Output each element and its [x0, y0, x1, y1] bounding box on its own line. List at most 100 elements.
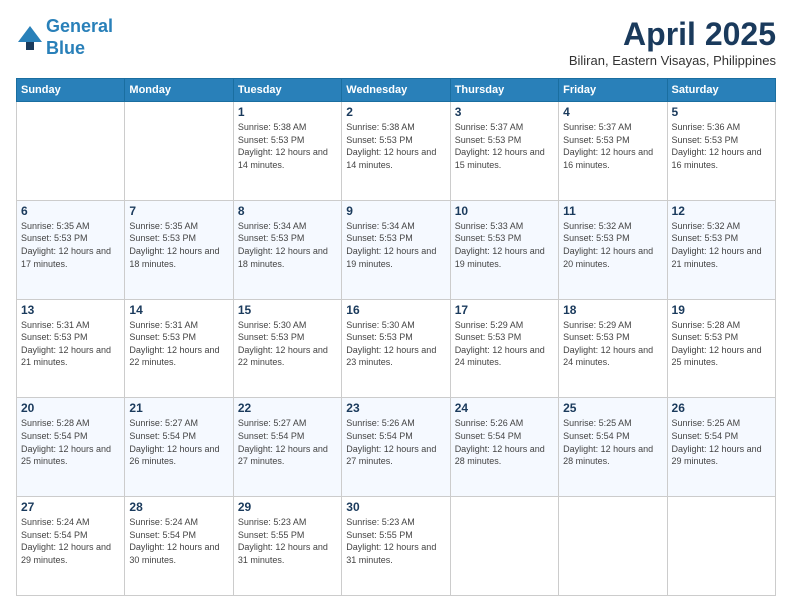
day-number: 27 — [21, 500, 120, 514]
day-detail: Sunrise: 5:32 AM Sunset: 5:53 PM Dayligh… — [672, 220, 771, 270]
day-detail: Sunrise: 5:31 AM Sunset: 5:53 PM Dayligh… — [129, 319, 228, 369]
day-number: 1 — [238, 105, 337, 119]
day-detail: Sunrise: 5:30 AM Sunset: 5:53 PM Dayligh… — [346, 319, 445, 369]
day-cell: 23 Sunrise: 5:26 AM Sunset: 5:54 PM Dayli… — [342, 398, 450, 497]
day-number: 21 — [129, 401, 228, 415]
day-number: 5 — [672, 105, 771, 119]
day-detail: Sunrise: 5:25 AM Sunset: 5:54 PM Dayligh… — [672, 417, 771, 467]
day-number: 29 — [238, 500, 337, 514]
day-cell: 22 Sunrise: 5:27 AM Sunset: 5:54 PM Dayli… — [233, 398, 341, 497]
day-number: 11 — [563, 204, 662, 218]
day-detail: Sunrise: 5:31 AM Sunset: 5:53 PM Dayligh… — [21, 319, 120, 369]
day-number: 14 — [129, 303, 228, 317]
day-detail: Sunrise: 5:27 AM Sunset: 5:54 PM Dayligh… — [129, 417, 228, 467]
day-cell — [559, 497, 667, 596]
day-number: 22 — [238, 401, 337, 415]
day-cell: 12 Sunrise: 5:32 AM Sunset: 5:53 PM Dayli… — [667, 200, 775, 299]
day-number: 17 — [455, 303, 554, 317]
day-detail: Sunrise: 5:23 AM Sunset: 5:55 PM Dayligh… — [346, 516, 445, 566]
day-cell: 9 Sunrise: 5:34 AM Sunset: 5:53 PM Daylig… — [342, 200, 450, 299]
weekday-header-row: SundayMondayTuesdayWednesdayThursdayFrid… — [17, 79, 776, 102]
day-detail: Sunrise: 5:28 AM Sunset: 5:54 PM Dayligh… — [21, 417, 120, 467]
day-cell: 11Sunrise: 5:32 AM Sunset: 5:53 PM Dayli… — [559, 200, 667, 299]
day-detail: Sunrise: 5:37 AM Sunset: 5:53 PM Dayligh… — [455, 121, 554, 171]
day-number: 30 — [346, 500, 445, 514]
day-number: 13 — [21, 303, 120, 317]
day-cell: 13 Sunrise: 5:31 AM Sunset: 5:53 PM Dayli… — [17, 299, 125, 398]
day-cell: 6Sunrise: 5:35 AM Sunset: 5:53 PM Daylig… — [17, 200, 125, 299]
day-detail: Sunrise: 5:35 AM Sunset: 5:53 PM Dayligh… — [21, 220, 120, 270]
day-detail: Sunrise: 5:24 AM Sunset: 5:54 PM Dayligh… — [21, 516, 120, 566]
day-detail: Sunrise: 5:26 AM Sunset: 5:54 PM Dayligh… — [346, 417, 445, 467]
page: General Blue April 2025 Biliran, Eastern… — [0, 0, 792, 612]
day-cell: 20 Sunrise: 5:28 AM Sunset: 5:54 PM Dayli… — [17, 398, 125, 497]
day-cell: 21 Sunrise: 5:27 AM Sunset: 5:54 PM Dayli… — [125, 398, 233, 497]
day-cell: 25 Sunrise: 5:25 AM Sunset: 5:54 PM Dayli… — [559, 398, 667, 497]
day-detail: Sunrise: 5:29 AM Sunset: 5:53 PM Dayligh… — [563, 319, 662, 369]
day-cell: 18 Sunrise: 5:29 AM Sunset: 5:53 PM Dayli… — [559, 299, 667, 398]
weekday-header-wednesday: Wednesday — [342, 79, 450, 102]
day-number: 4 — [563, 105, 662, 119]
day-cell: 3Sunrise: 5:37 AM Sunset: 5:53 PM Daylig… — [450, 102, 558, 201]
week-row-2: 6Sunrise: 5:35 AM Sunset: 5:53 PM Daylig… — [17, 200, 776, 299]
day-cell: 28 Sunrise: 5:24 AM Sunset: 5:54 PM Dayli… — [125, 497, 233, 596]
day-detail: Sunrise: 5:28 AM Sunset: 5:53 PM Dayligh… — [672, 319, 771, 369]
week-row-5: 27 Sunrise: 5:24 AM Sunset: 5:54 PM Dayli… — [17, 497, 776, 596]
day-number: 10 — [455, 204, 554, 218]
day-cell: 15 Sunrise: 5:30 AM Sunset: 5:53 PM Dayli… — [233, 299, 341, 398]
day-number: 20 — [21, 401, 120, 415]
day-number: 26 — [672, 401, 771, 415]
day-cell: 26 Sunrise: 5:25 AM Sunset: 5:54 PM Dayli… — [667, 398, 775, 497]
day-number: 9 — [346, 204, 445, 218]
day-detail: Sunrise: 5:34 AM Sunset: 5:53 PM Dayligh… — [238, 220, 337, 270]
day-detail: Sunrise: 5:23 AM Sunset: 5:55 PM Dayligh… — [238, 516, 337, 566]
day-detail: Sunrise: 5:33 AM Sunset: 5:53 PM Dayligh… — [455, 220, 554, 270]
weekday-header-monday: Monday — [125, 79, 233, 102]
day-number: 12 — [672, 204, 771, 218]
day-detail: Sunrise: 5:35 AM Sunset: 5:53 PM Dayligh… — [129, 220, 228, 270]
day-cell: 14 Sunrise: 5:31 AM Sunset: 5:53 PM Dayli… — [125, 299, 233, 398]
day-cell: 4Sunrise: 5:37 AM Sunset: 5:53 PM Daylig… — [559, 102, 667, 201]
day-cell — [450, 497, 558, 596]
weekday-header-thursday: Thursday — [450, 79, 558, 102]
day-cell: 2 Sunrise: 5:38 AM Sunset: 5:53 PM Daylig… — [342, 102, 450, 201]
weekday-header-sunday: Sunday — [17, 79, 125, 102]
day-number: 15 — [238, 303, 337, 317]
day-detail: Sunrise: 5:25 AM Sunset: 5:54 PM Dayligh… — [563, 417, 662, 467]
day-cell: 24 Sunrise: 5:26 AM Sunset: 5:54 PM Dayli… — [450, 398, 558, 497]
title-block: April 2025 Biliran, Eastern Visayas, Phi… — [569, 16, 776, 68]
day-detail: Sunrise: 5:34 AM Sunset: 5:53 PM Dayligh… — [346, 220, 445, 270]
day-number: 24 — [455, 401, 554, 415]
week-row-3: 13 Sunrise: 5:31 AM Sunset: 5:53 PM Dayli… — [17, 299, 776, 398]
location: Biliran, Eastern Visayas, Philippines — [569, 53, 776, 68]
day-number: 7 — [129, 204, 228, 218]
day-number: 16 — [346, 303, 445, 317]
day-detail: Sunrise: 5:36 AM Sunset: 5:53 PM Dayligh… — [672, 121, 771, 171]
day-detail: Sunrise: 5:30 AM Sunset: 5:53 PM Dayligh… — [238, 319, 337, 369]
day-cell — [17, 102, 125, 201]
day-cell: 7 Sunrise: 5:35 AM Sunset: 5:53 PM Daylig… — [125, 200, 233, 299]
week-row-4: 20 Sunrise: 5:28 AM Sunset: 5:54 PM Dayli… — [17, 398, 776, 497]
day-cell: 29 Sunrise: 5:23 AM Sunset: 5:55 PM Dayli… — [233, 497, 341, 596]
day-number: 23 — [346, 401, 445, 415]
day-number: 8 — [238, 204, 337, 218]
day-cell: 1Sunrise: 5:38 AM Sunset: 5:53 PM Daylig… — [233, 102, 341, 201]
weekday-header-saturday: Saturday — [667, 79, 775, 102]
day-cell: 19Sunrise: 5:28 AM Sunset: 5:53 PM Dayli… — [667, 299, 775, 398]
day-cell: 5 Sunrise: 5:36 AM Sunset: 5:53 PM Daylig… — [667, 102, 775, 201]
day-detail: Sunrise: 5:27 AM Sunset: 5:54 PM Dayligh… — [238, 417, 337, 467]
day-cell — [667, 497, 775, 596]
day-number: 2 — [346, 105, 445, 119]
day-cell: 8 Sunrise: 5:34 AM Sunset: 5:53 PM Daylig… — [233, 200, 341, 299]
day-number: 18 — [563, 303, 662, 317]
day-number: 25 — [563, 401, 662, 415]
day-cell: 30 Sunrise: 5:23 AM Sunset: 5:55 PM Dayli… — [342, 497, 450, 596]
month-year: April 2025 — [569, 16, 776, 53]
day-detail: Sunrise: 5:24 AM Sunset: 5:54 PM Dayligh… — [129, 516, 228, 566]
day-detail: Sunrise: 5:29 AM Sunset: 5:53 PM Dayligh… — [455, 319, 554, 369]
day-detail: Sunrise: 5:38 AM Sunset: 5:53 PM Dayligh… — [346, 121, 445, 171]
day-detail: Sunrise: 5:26 AM Sunset: 5:54 PM Dayligh… — [455, 417, 554, 467]
logo-text: General Blue — [46, 16, 113, 59]
day-number: 28 — [129, 500, 228, 514]
day-cell: 27 Sunrise: 5:24 AM Sunset: 5:54 PM Dayli… — [17, 497, 125, 596]
